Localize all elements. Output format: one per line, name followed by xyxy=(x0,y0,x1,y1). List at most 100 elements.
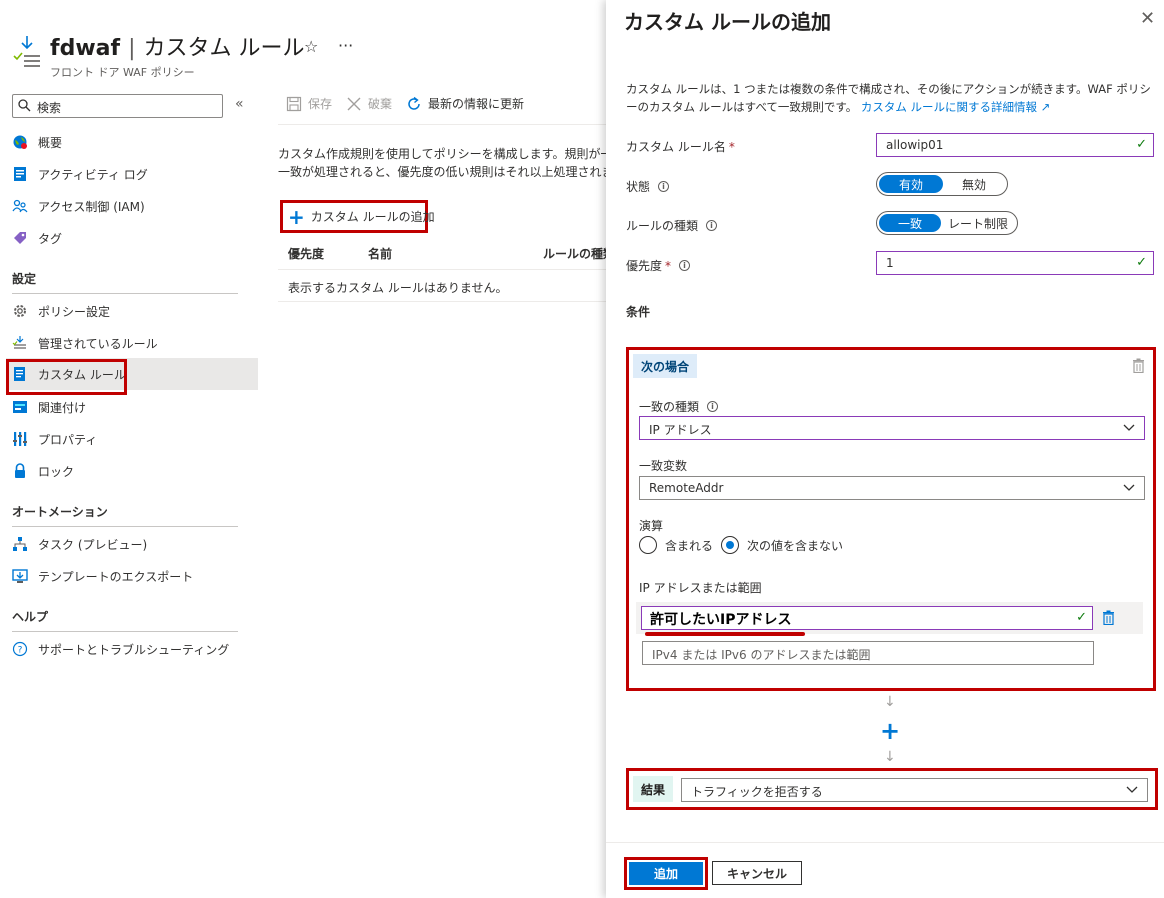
nav-item-label: アクティビティ ログ xyxy=(38,167,148,182)
state-toggle[interactable]: 有効 無効 xyxy=(876,172,1008,196)
page-title: fdwaf | カスタム ルール xyxy=(50,30,304,62)
favorite-star-icon[interactable]: ☆ xyxy=(304,37,318,56)
rule-name-input[interactable]: allowip01 ✓ xyxy=(876,133,1154,157)
ip-address-new-input[interactable]: IPv4 または IPv6 のアドレスまたは範囲 xyxy=(642,641,1094,665)
nav-section-automation: オートメーション xyxy=(12,505,108,519)
add-button[interactable]: 追加 xyxy=(629,862,703,885)
nav-item-overview[interactable]: 概要 xyxy=(6,126,258,158)
column-header-name[interactable]: 名前 xyxy=(368,245,392,262)
info-icon[interactable]: i xyxy=(679,260,691,271)
state-option-enabled[interactable]: 有効 xyxy=(879,175,943,193)
ip-address-placeholder: IPv4 または IPv6 のアドレスまたは範囲 xyxy=(652,648,871,662)
check-icon: ✓ xyxy=(1076,610,1087,625)
tasks-icon xyxy=(12,536,28,552)
nav-item-access-control[interactable]: アクセス制御 (IAM) xyxy=(6,190,258,222)
learn-more-label: カスタム ルールに関する詳細情報 xyxy=(860,100,1038,114)
rule-name-label: カスタム ルール名 * xyxy=(626,138,735,155)
delete-ip-icon[interactable] xyxy=(1102,610,1115,628)
priority-label: 優先度 * i xyxy=(626,257,691,274)
info-icon[interactable]: i xyxy=(706,220,718,231)
required-mark: * xyxy=(728,139,735,154)
collapse-menu-icon[interactable]: « xyxy=(235,96,244,112)
nav-item-tags[interactable]: タグ xyxy=(6,222,258,254)
info-icon[interactable]: i xyxy=(658,181,670,192)
nav-item-label: アクセス制御 (IAM) xyxy=(38,199,145,214)
operation-label: 演算 xyxy=(639,519,664,533)
add-custom-rule-button[interactable]: + カスタム ルールの追加 xyxy=(280,200,435,233)
nav-item-support[interactable]: ? サポートとトラブルシューティング xyxy=(6,633,258,665)
nav-item-label: タグ xyxy=(38,231,63,246)
command-bar-divider xyxy=(278,124,606,125)
custom-rules-highlight xyxy=(6,359,127,395)
search-icon xyxy=(18,99,31,115)
result-action-dropdown[interactable]: トラフィックを拒否する xyxy=(681,778,1148,802)
chevron-down-icon xyxy=(1126,784,1138,798)
nav-item-label: 関連付け xyxy=(38,400,87,415)
nav-item-activity-log[interactable]: アクティビティ ログ xyxy=(6,158,258,190)
radio-circle xyxy=(639,536,657,554)
search-placeholder: 検索 xyxy=(37,101,62,115)
required-mark: * xyxy=(665,258,672,273)
match-variable-value: RemoteAddr xyxy=(649,481,724,495)
nav-section-help: ヘルプ xyxy=(12,610,49,624)
match-variable-dropdown[interactable]: RemoteAddr xyxy=(639,476,1145,500)
more-options-icon[interactable]: ··· xyxy=(338,36,353,55)
discard-button[interactable]: 破棄 xyxy=(346,95,392,112)
page-subtitle: フロント ドア WAF ポリシー xyxy=(50,66,195,79)
add-custom-rule-label: カスタム ルールの追加 xyxy=(310,210,435,224)
custom-rules-title-icon xyxy=(12,34,42,68)
table-empty-row: 表示するカスタム ルールはありません。 xyxy=(278,270,606,302)
check-icon: ✓ xyxy=(1136,255,1147,270)
save-button[interactable]: 保存 xyxy=(286,95,332,112)
nav-item-tasks[interactable]: タスク (プレビュー) xyxy=(6,528,258,560)
radio-circle-selected xyxy=(721,536,739,554)
learn-more-link[interactable]: カスタム ルールに関する詳細情報 ↗ xyxy=(861,100,1050,114)
nav-item-export-template[interactable]: テンプレートのエクスポート xyxy=(6,560,258,592)
check-icon: ✓ xyxy=(1136,137,1147,152)
operation-option-contains[interactable]: 含まれる xyxy=(639,536,713,554)
column-header-priority[interactable]: 優先度 xyxy=(288,245,324,262)
save-icon xyxy=(286,96,302,112)
column-header-rule-type[interactable]: ルールの種類 xyxy=(543,245,615,262)
state-option-disabled[interactable]: 無効 xyxy=(943,175,1005,193)
nav-item-policy-settings[interactable]: ポリシー設定 xyxy=(6,295,258,327)
nav-item-label: テンプレートのエクスポート xyxy=(38,569,194,584)
rule-type-toggle[interactable]: 一致 レート制限 xyxy=(876,211,1018,235)
if-label: 次の場合 xyxy=(633,354,697,378)
nav-item-label: ロック xyxy=(38,464,75,479)
match-variable-label: 一致変数 xyxy=(639,459,688,473)
nav-item-label: タスク (プレビュー) xyxy=(38,537,148,552)
nav-item-properties[interactable]: プロパティ xyxy=(6,423,258,455)
refresh-button[interactable]: 最新の情報に更新 xyxy=(406,95,524,112)
priority-input[interactable]: 1 ✓ xyxy=(876,251,1154,275)
rule-name-label-text: カスタム ルール名 xyxy=(626,140,726,154)
close-icon[interactable]: ✕ xyxy=(1140,8,1155,29)
rule-type-option-rate-limit[interactable]: レート制限 xyxy=(941,214,1015,232)
nav-item-managed-rules[interactable]: 管理されているルール xyxy=(6,327,258,359)
condition-card: 次の場合 一致の種類 i IP アドレス 一致変数 RemoteAddr 演算 含… xyxy=(626,347,1156,691)
page-name: カスタム ルール xyxy=(143,36,305,61)
radio-label: 次の値を含まない xyxy=(747,538,844,553)
nav-item-label: ポリシー設定 xyxy=(38,304,111,319)
nav-item-associations[interactable]: 関連付け xyxy=(6,391,258,423)
match-type-label: 一致の種類 i xyxy=(639,398,719,415)
export-template-icon xyxy=(12,568,28,584)
cancel-button[interactable]: キャンセル xyxy=(712,861,802,885)
delete-condition-icon[interactable] xyxy=(1132,358,1145,376)
panel-description: カスタム ルールは、1 つまたは複数の条件で構成され、その後にアクションが続きま… xyxy=(626,80,1156,116)
activity-log-icon xyxy=(12,166,28,182)
add-button-highlight: 追加 xyxy=(624,857,708,890)
operation-option-not-contains[interactable]: 次の値を含まない xyxy=(721,536,843,554)
ip-address-input[interactable]: 許可したいIPアドレス ✓ xyxy=(641,606,1093,630)
gear-icon xyxy=(12,303,28,319)
search-input[interactable]: 検索 xyxy=(12,94,223,118)
add-condition-button[interactable]: + xyxy=(880,719,900,743)
state-label-text: 状態 xyxy=(626,180,651,194)
match-type-dropdown[interactable]: IP アドレス xyxy=(639,416,1145,440)
rule-type-option-match[interactable]: 一致 xyxy=(879,214,941,232)
ip-value-highlight-underline xyxy=(645,632,805,636)
info-icon[interactable]: i xyxy=(707,401,719,412)
nav-item-locks[interactable]: ロック xyxy=(6,455,258,487)
people-icon xyxy=(12,198,28,214)
radio-label: 含まれる xyxy=(665,538,714,553)
